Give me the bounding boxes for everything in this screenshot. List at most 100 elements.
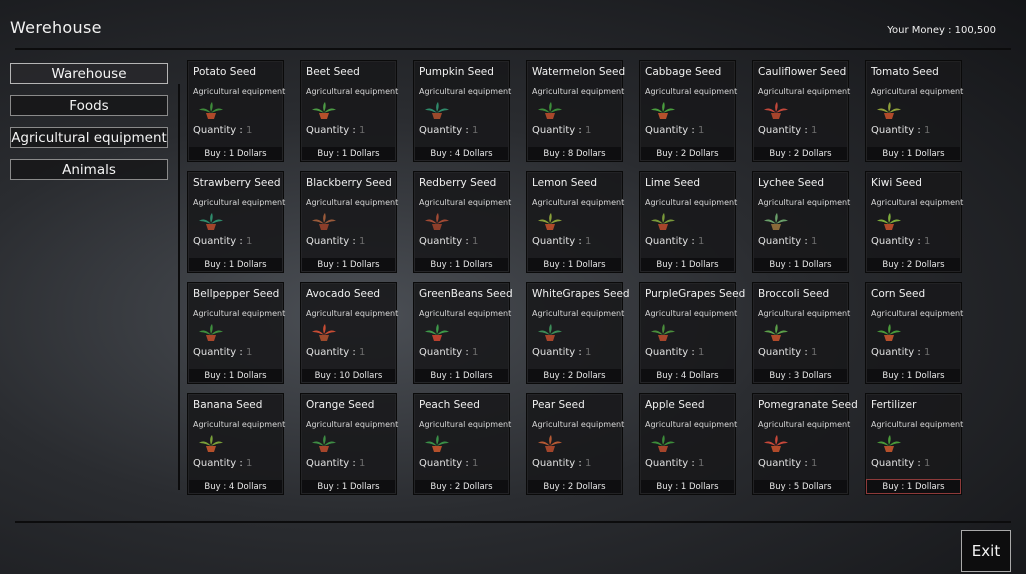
- buy-button[interactable]: Buy : 10 Dollars: [302, 369, 395, 382]
- sidebar-tab-warehouse[interactable]: Warehouse: [10, 63, 168, 84]
- buy-button[interactable]: Buy : 4 Dollars: [641, 369, 734, 382]
- item-category: Agricultural equipment: [306, 309, 399, 318]
- buy-button[interactable]: Buy : 1 Dollars: [302, 147, 395, 160]
- buy-button[interactable]: Buy : 1 Dollars: [415, 369, 508, 382]
- item-card[interactable]: Cabbage Seed Agricultural equipment Quanti…: [639, 60, 737, 162]
- buy-button[interactable]: Buy : 5 Dollars: [754, 480, 847, 493]
- buy-button[interactable]: Buy : 4 Dollars: [415, 147, 508, 160]
- sidebar-tab-foods[interactable]: Foods: [10, 95, 168, 116]
- plant-icon: [877, 435, 901, 452]
- item-card[interactable]: GreenBeans Seed Agricultural equipment Qua…: [413, 282, 513, 384]
- item-quantity: Quantity : 1: [871, 236, 931, 247]
- item-category: Agricultural equipment: [645, 198, 738, 207]
- item-name: Pear Seed: [532, 399, 585, 411]
- item-card[interactable]: Beet Seed Agricultural equipment Quantity …: [300, 60, 398, 162]
- item-card[interactable]: Watermelon Seed Agricultural equipment Qua…: [526, 60, 625, 162]
- buy-button[interactable]: Buy : 1 Dollars: [302, 258, 395, 271]
- item-name: Blackberry Seed: [306, 177, 392, 189]
- buy-button[interactable]: Buy : 1 Dollars: [867, 147, 960, 160]
- item-card[interactable]: Bellpepper Seed Agricultural equipment Qua…: [187, 282, 286, 384]
- item-card[interactable]: Avocado Seed Agricultural equipment Quanti…: [300, 282, 399, 384]
- item-card[interactable]: Redberry Seed Agricultural equipment Quant…: [413, 171, 511, 273]
- item-card[interactable]: Banana Seed Agricultural equipment Quantit…: [187, 393, 286, 495]
- item-card[interactable]: Fertilizer Agricultural equipment Quantity…: [865, 393, 963, 495]
- buy-button[interactable]: Buy : 3 Dollars: [754, 369, 847, 382]
- item-card[interactable]: Blackberry Seed Agricultural equipment Qua…: [300, 171, 399, 273]
- item-name: Beet Seed: [306, 66, 360, 78]
- item-card[interactable]: Lime Seed Agricultural equipment Quantity …: [639, 171, 738, 273]
- plant-icon: [425, 324, 449, 341]
- item-card[interactable]: Tomato Seed Agricultural equipment Quantit…: [865, 60, 964, 162]
- buy-button[interactable]: Buy : 2 Dollars: [754, 147, 847, 160]
- item-name: Broccoli Seed: [758, 288, 830, 300]
- item-card[interactable]: Lychee Seed Agricultural equipment Quantit…: [752, 171, 850, 273]
- buy-button[interactable]: Buy : 1 Dollars: [528, 258, 621, 271]
- item-card[interactable]: Pumpkin Seed Agricultural equipment Quanti…: [413, 60, 512, 162]
- buy-button[interactable]: Buy : 1 Dollars: [754, 258, 847, 271]
- item-category: Agricultural equipment: [193, 309, 286, 318]
- top-divider: [15, 48, 1011, 50]
- item-card[interactable]: Pomegranate Seed Agricultural equipment Qu…: [752, 393, 858, 495]
- item-card[interactable]: Pear Seed Agricultural equipment Quantity …: [526, 393, 624, 495]
- buy-button[interactable]: Buy : 2 Dollars: [528, 480, 621, 493]
- item-category: Agricultural equipment: [419, 420, 512, 429]
- item-quantity: Quantity : 1: [306, 347, 366, 358]
- item-card[interactable]: Kiwi Seed Agricultural equipment Quantity …: [865, 171, 963, 273]
- plant-icon: [312, 102, 336, 119]
- item-name: Lemon Seed: [532, 177, 598, 189]
- item-category: Agricultural equipment: [193, 198, 286, 207]
- item-card[interactable]: Cauliflower Seed Agricultural equipment Qu…: [752, 60, 850, 162]
- item-card[interactable]: Corn Seed Agricultural equipment Quantity …: [865, 282, 963, 384]
- buy-button[interactable]: Buy : 1 Dollars: [866, 479, 961, 494]
- item-category: Agricultural equipment: [758, 420, 851, 429]
- item-quantity: Quantity : 1: [645, 236, 705, 247]
- item-card[interactable]: Broccoli Seed Agricultural equipment Quant…: [752, 282, 850, 384]
- buy-button[interactable]: Buy : 2 Dollars: [415, 480, 508, 493]
- item-quantity: Quantity : 1: [645, 347, 705, 358]
- item-category: Agricultural equipment: [306, 198, 399, 207]
- buy-button[interactable]: Buy : 1 Dollars: [867, 369, 960, 382]
- item-card[interactable]: Orange Seed Agricultural equipment Quantit…: [300, 393, 398, 495]
- buy-button[interactable]: Buy : 1 Dollars: [641, 258, 734, 271]
- buy-button[interactable]: Buy : 1 Dollars: [189, 258, 282, 271]
- item-card[interactable]: Lemon Seed Agricultural equipment Quantity…: [526, 171, 625, 273]
- item-quantity: Quantity : 1: [758, 347, 818, 358]
- item-category: Agricultural equipment: [645, 309, 738, 318]
- plant-icon: [199, 102, 223, 119]
- item-quantity: Quantity : 1: [758, 125, 818, 136]
- buy-button[interactable]: Buy : 1 Dollars: [189, 147, 282, 160]
- buy-button[interactable]: Buy : 1 Dollars: [641, 480, 734, 493]
- item-name: Cauliflower Seed: [758, 66, 847, 78]
- item-card[interactable]: Potato Seed Agricultural equipment Quantit…: [187, 60, 285, 162]
- item-card[interactable]: Apple Seed Agricultural equipment Quantity…: [639, 393, 738, 495]
- item-category: Agricultural equipment: [193, 420, 286, 429]
- bottom-divider: [15, 521, 1011, 523]
- item-category: Agricultural equipment: [532, 198, 625, 207]
- item-card[interactable]: PurpleGrapes Seed Agricultural equipment Q…: [639, 282, 745, 384]
- sidebar-tab-animals[interactable]: Animals: [10, 159, 168, 180]
- buy-button[interactable]: Buy : 4 Dollars: [189, 480, 282, 493]
- buy-button[interactable]: Buy : 1 Dollars: [415, 258, 508, 271]
- plant-icon: [425, 435, 449, 452]
- item-card[interactable]: Peach Seed Agricultural equipment Quantity…: [413, 393, 512, 495]
- buy-button[interactable]: Buy : 2 Dollars: [528, 369, 621, 382]
- item-category: Agricultural equipment: [645, 420, 738, 429]
- sidebar-tab-agricultural-equipment[interactable]: Agricultural equipment: [10, 127, 168, 148]
- item-card[interactable]: WhiteGrapes Seed Agricultural equipment Qu…: [526, 282, 630, 384]
- buy-button[interactable]: Buy : 1 Dollars: [189, 369, 282, 382]
- item-card[interactable]: Strawberry Seed Agricultural equipment Qua…: [187, 171, 286, 273]
- item-category: Agricultural equipment: [871, 87, 964, 96]
- item-category: Agricultural equipment: [419, 87, 512, 96]
- plant-icon: [312, 324, 336, 341]
- page-title: Werehouse: [10, 18, 102, 37]
- buy-button[interactable]: Buy : 1 Dollars: [302, 480, 395, 493]
- buy-button[interactable]: Buy : 2 Dollars: [641, 147, 734, 160]
- buy-button[interactable]: Buy : 8 Dollars: [528, 147, 621, 160]
- plant-icon: [425, 213, 449, 230]
- exit-button[interactable]: Exit: [961, 530, 1011, 572]
- item-category: Agricultural equipment: [419, 309, 512, 318]
- item-name: PurpleGrapes Seed: [645, 288, 746, 300]
- buy-button[interactable]: Buy : 2 Dollars: [867, 258, 960, 271]
- item-name: Lime Seed: [645, 177, 701, 189]
- plant-icon: [651, 213, 675, 230]
